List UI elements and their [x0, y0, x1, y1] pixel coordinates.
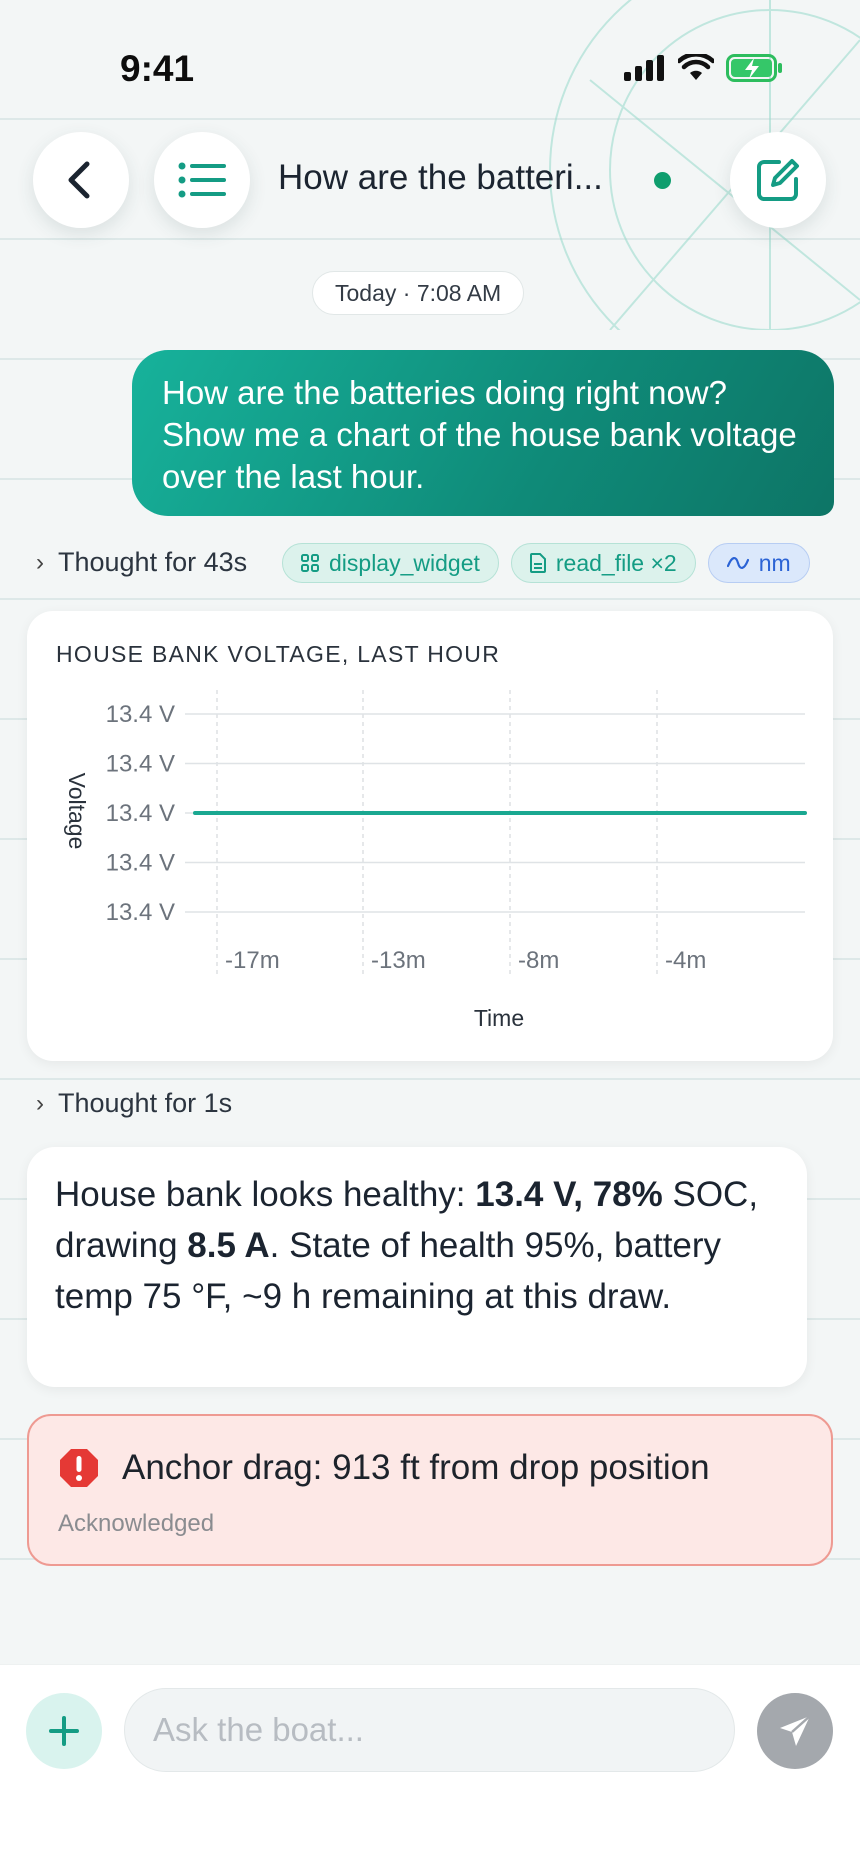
tool-chip-display-widget[interactable]: display_widget — [282, 543, 499, 583]
send-button[interactable] — [757, 1693, 833, 1769]
message-input-wrapper[interactable] — [124, 1688, 735, 1772]
thought-label: Thought for 43s — [58, 547, 248, 577]
tool-chips-scroller[interactable]: display_widget read_file ×2 nm — [282, 543, 824, 585]
wave-icon — [726, 557, 749, 569]
x-axis-label: Time — [474, 1005, 524, 1031]
y-axis-label: Voltage — [64, 773, 90, 850]
y-tick-label: 13.4 V — [106, 899, 175, 926]
plus-icon — [49, 1716, 79, 1746]
message-input[interactable] — [153, 1711, 706, 1749]
signal-icon — [624, 55, 664, 81]
voltage-line-chart: 13.4 V 13.4 V 13.4 V 13.4 V 13.4 V -17m -13m -8… — [64, 690, 807, 1031]
x-tick-label: -17m — [225, 947, 280, 974]
message-text: House bank looks healthy: — [55, 1175, 476, 1214]
status-icons — [624, 54, 784, 82]
voltage-value: 13.4 V — [475, 1175, 574, 1214]
x-tick-label: -4m — [665, 947, 706, 974]
thought-toggle[interactable]: › Thought for 1s — [36, 1088, 232, 1119]
chevron-left-icon — [68, 161, 90, 199]
compose-icon — [757, 159, 799, 201]
x-tick-label: -13m — [371, 947, 426, 974]
soc-value: 78% — [592, 1175, 663, 1214]
back-button[interactable] — [33, 132, 129, 228]
y-tick-label: 13.4 V — [106, 800, 175, 827]
thought-row-1: › Thought for 43s — [36, 547, 247, 578]
assistant-message-bubble: House bank looks healthy: 13.4 V, 78% SO… — [27, 1147, 807, 1387]
thought-row-2: › Thought for 1s — [36, 1088, 232, 1119]
chevron-right-icon: › — [36, 1089, 44, 1117]
status-bar: 9:41 — [0, 0, 860, 130]
current-value: 8.5 A — [187, 1226, 270, 1265]
tool-chip-label: display_widget — [329, 549, 480, 576]
y-tick-label: 13.4 V — [106, 751, 175, 778]
status-time: 9:41 — [120, 48, 195, 89]
voltage-chart-card: HOUSE BANK VOLTAGE, LAST HOUR 13.4 V 13.4… — [27, 611, 833, 1061]
anchor-alert-card[interactable]: Anchor drag: 913 ft from drop position A… — [27, 1414, 833, 1566]
battery-charging-icon — [726, 54, 782, 82]
thought-toggle[interactable]: › Thought for 43s — [36, 547, 247, 578]
online-status-dot — [654, 172, 671, 189]
date-separator: Today · 7:08 AM — [312, 271, 525, 315]
tool-chip-label: nm — [758, 549, 791, 576]
wifi-icon — [678, 54, 714, 80]
conversations-menu-button[interactable] — [154, 132, 250, 228]
new-chat-button[interactable] — [730, 132, 826, 228]
alert-title: Anchor drag: 913 ft from drop position — [122, 1448, 710, 1487]
separator: , — [573, 1175, 593, 1214]
send-icon — [780, 1715, 811, 1746]
list-icon — [178, 162, 226, 198]
alert-status: Acknowledged — [58, 1510, 215, 1537]
y-tick-label: 13.4 V — [106, 701, 175, 728]
tool-chip-label: read_file ×2 — [555, 549, 677, 576]
tool-chip-read-file[interactable]: read_file ×2 — [510, 543, 696, 583]
chat-title: How are the batteri... — [278, 158, 603, 197]
file-icon — [529, 553, 546, 573]
attach-button[interactable] — [26, 1693, 102, 1769]
alert-octagon-icon — [60, 1449, 98, 1487]
chevron-right-icon: › — [36, 548, 44, 576]
thought-label: Thought for 1s — [58, 1088, 233, 1118]
user-message-bubble: How are the batteries doing right now? S… — [132, 350, 834, 516]
composer-bar — [0, 1664, 860, 1869]
tool-chip-nm[interactable]: nm — [707, 543, 810, 583]
y-tick-label: 13.4 V — [106, 850, 175, 877]
x-tick-label: -8m — [518, 947, 559, 974]
grid-icon — [301, 554, 319, 572]
